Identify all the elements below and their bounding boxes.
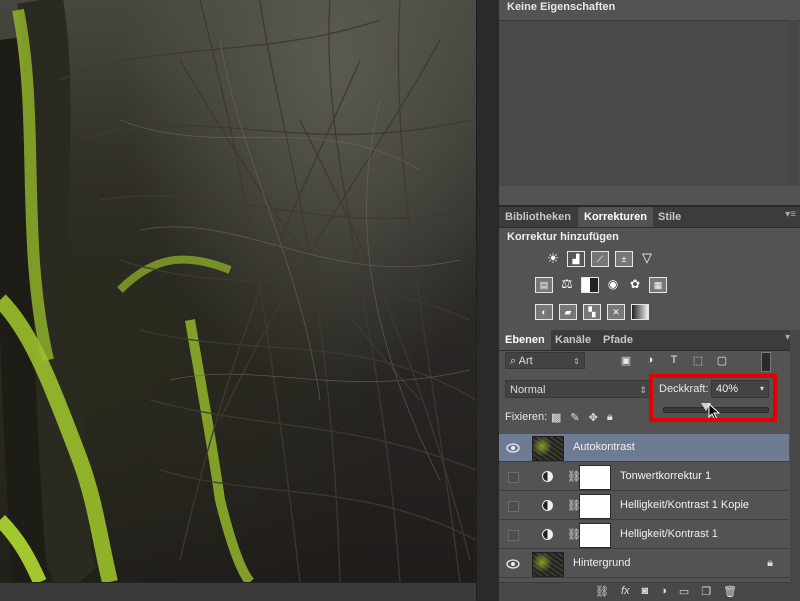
- layers-panel: Ebenen Kanäle Pfade ▾≡ ⌕ Art ⇕ ▣ ◑ T ⬚ ▢…: [499, 330, 800, 601]
- blend-mode-select[interactable]: Normal ⇕: [505, 380, 651, 398]
- layer-row-tonwertkorrektur[interactable]: ⛓ Tonwertkorrektur 1: [499, 463, 789, 491]
- tab-kanaele[interactable]: Kanäle: [549, 330, 597, 350]
- forest-photo: [0, 0, 476, 582]
- canvas-status-bar: [0, 582, 476, 601]
- filter-adjustment-icon[interactable]: ◑: [643, 353, 657, 367]
- new-layer-icon[interactable]: ❐: [701, 585, 711, 598]
- panel-menu-icon[interactable]: ▾≡: [785, 209, 796, 220]
- lock-transparency-icon[interactable]: ▩: [551, 411, 561, 424]
- hue-saturation-icon[interactable]: ▤: [535, 277, 553, 293]
- levels-icon[interactable]: ▟: [567, 251, 585, 267]
- lock-position-icon[interactable]: ✥: [589, 411, 598, 424]
- mask-icon[interactable]: ◙: [642, 585, 649, 598]
- layers-bottom-icons: ⛓ fx ◙ ◑ ▭ ❐ 🗑︎: [595, 585, 737, 598]
- layers-bottom-bar: ⛓ fx ◙ ◑ ▭ ❐ 🗑︎: [499, 582, 800, 601]
- filter-pixel-icon[interactable]: ▣: [619, 353, 633, 367]
- layer-row-hintergrund[interactable]: Hintergrund 🔒︎: [499, 550, 789, 578]
- vibrance-icon[interactable]: ▽: [639, 250, 655, 265]
- exposure-icon[interactable]: ±: [615, 251, 633, 267]
- adjustment-icons-row-2: ▤ ⚖ ◉ ✿ ▦: [535, 276, 667, 293]
- color-lookup-icon[interactable]: ▦: [649, 277, 667, 293]
- adjustment-layer-icon: [542, 471, 553, 482]
- properties-scrollbar[interactable]: [788, 20, 798, 185]
- layers-scrollbar[interactable]: [790, 330, 800, 584]
- eye-icon[interactable]: [506, 442, 520, 454]
- layer-filter-select[interactable]: ⌕ Art ⇕: [505, 352, 585, 369]
- layer-thumbnail: [532, 436, 564, 461]
- layer-mask-thumbnail[interactable]: [579, 465, 611, 490]
- tab-bibliotheken[interactable]: Bibliotheken: [499, 207, 577, 227]
- posterize-icon[interactable]: ▰: [559, 304, 577, 320]
- adjustment-layer-icon: [542, 500, 553, 511]
- layer-name: Autokontrast: [573, 441, 635, 453]
- adjustment-layer-icon[interactable]: ◑: [660, 585, 667, 598]
- layer-name: Helligkeit/Kontrast 1: [620, 528, 718, 540]
- lock-icons: ▩ ✎ ✥ 🔒︎: [551, 411, 613, 424]
- canvas-scrollbar[interactable]: [476, 0, 499, 600]
- filter-smart-object-icon[interactable]: ▢: [715, 353, 729, 367]
- lock-label: Fixieren:: [505, 411, 548, 423]
- layer-filter-label: Art: [518, 355, 533, 367]
- adjustments-tabbar: Bibliotheken Korrekturen Stile ▾≡: [499, 207, 800, 228]
- properties-panel: Keine Eigenschaften: [499, 0, 800, 205]
- tab-korrekturen[interactable]: Korrekturen: [578, 207, 653, 227]
- search-icon: ⌕: [510, 355, 519, 367]
- tab-pfade[interactable]: Pfade: [597, 330, 639, 350]
- link-icon[interactable]: ⛓: [595, 585, 609, 598]
- channel-mixer-icon[interactable]: ✿: [627, 277, 643, 291]
- layer-mask-thumbnail[interactable]: [579, 523, 611, 548]
- layer-mask-thumbnail[interactable]: [579, 494, 611, 519]
- selective-color-icon[interactable]: ✕: [607, 304, 625, 320]
- chevron-updown-icon: ⇕: [639, 385, 647, 395]
- layer-row-autokontrast[interactable]: Autokontrast: [499, 434, 789, 462]
- adjustment-icons-row-3: ◐ ▰ ▚ ✕: [535, 304, 649, 320]
- properties-title: Keine Eigenschaften: [507, 1, 616, 13]
- group-icon[interactable]: ▭: [679, 585, 689, 598]
- adjustments-panel: Bibliotheken Korrekturen Stile ▾≡ Korrek…: [499, 207, 800, 332]
- brightness-contrast-icon[interactable]: ☀: [545, 250, 561, 266]
- lock-all-icon[interactable]: 🔒︎: [607, 411, 613, 424]
- color-balance-icon[interactable]: ⚖: [559, 276, 575, 291]
- highlight-box: [649, 374, 777, 422]
- properties-body: [499, 20, 800, 186]
- blend-mode-value: Normal: [510, 384, 546, 396]
- adjustment-layer-icon: [542, 529, 553, 540]
- fx-icon[interactable]: fx: [621, 585, 630, 598]
- filter-type-icon[interactable]: T: [667, 353, 681, 367]
- threshold-icon[interactable]: ▚: [583, 304, 601, 320]
- tab-stile[interactable]: Stile: [652, 207, 687, 227]
- layer-row-helligkeit[interactable]: ⛓ Helligkeit/Kontrast 1: [499, 521, 789, 549]
- black-white-icon[interactable]: [581, 277, 599, 293]
- tab-ebenen[interactable]: Ebenen: [499, 330, 551, 350]
- layer-name: Hintergrund: [573, 557, 631, 569]
- filter-shape-icon[interactable]: ⬚: [691, 353, 705, 367]
- chevron-updown-icon: ⇕: [573, 357, 580, 366]
- visibility-toggle[interactable]: [508, 501, 519, 512]
- adjustment-icons-row-1: ☀ ▟ ⟋ ± ▽: [545, 250, 655, 267]
- layer-name: Helligkeit/Kontrast 1 Kopie: [620, 499, 750, 511]
- eye-icon[interactable]: [506, 558, 520, 570]
- trash-icon[interactable]: 🗑︎: [723, 585, 737, 598]
- layer-row-helligkeit-kopie[interactable]: ⛓ Helligkeit/Kontrast 1 Kopie: [499, 492, 789, 520]
- photo-filter-icon[interactable]: ◉: [605, 277, 621, 291]
- lock-brush-icon[interactable]: ✎: [570, 411, 579, 424]
- layers-tabbar: Ebenen Kanäle Pfade ▾≡: [499, 330, 800, 351]
- layer-name: Tonwertkorrektur 1: [620, 470, 712, 482]
- filter-toggle-switch[interactable]: [761, 352, 771, 372]
- curves-icon[interactable]: ⟋: [591, 251, 609, 267]
- add-adjustment-title: Korrektur hinzufügen: [507, 231, 619, 243]
- layer-filter-icons: ▣ ◑ T ⬚ ▢: [619, 353, 729, 367]
- layer-thumbnail: [532, 552, 564, 577]
- gradient-map-icon[interactable]: [631, 304, 649, 320]
- image-canvas[interactable]: [0, 0, 476, 582]
- visibility-toggle[interactable]: [508, 472, 519, 483]
- visibility-toggle[interactable]: [508, 530, 519, 541]
- lock-icon[interactable]: 🔒︎: [767, 557, 773, 570]
- invert-icon[interactable]: ◐: [535, 304, 553, 320]
